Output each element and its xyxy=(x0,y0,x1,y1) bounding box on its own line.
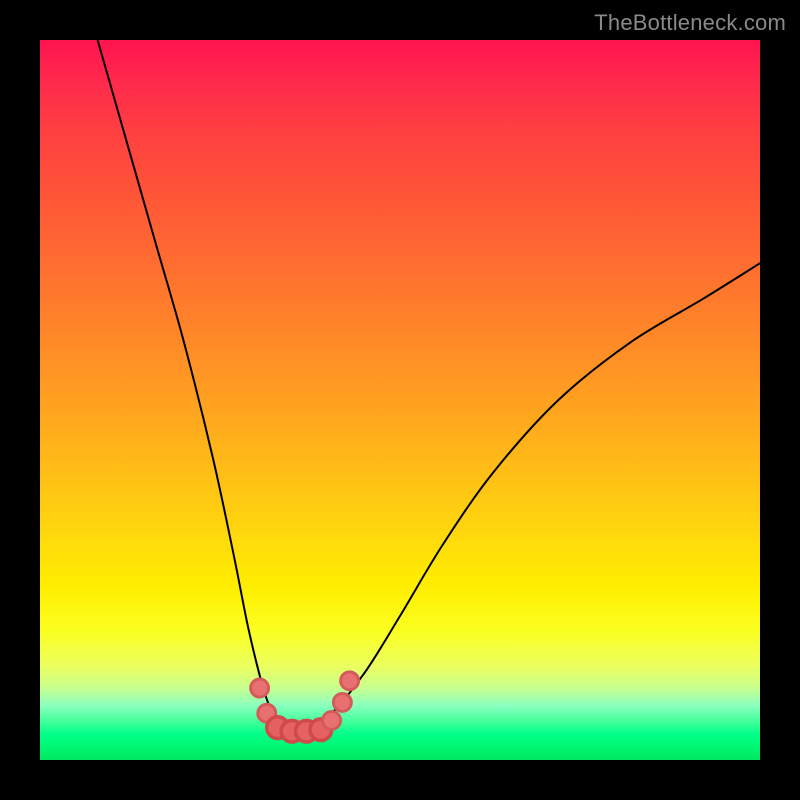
data-point xyxy=(333,693,351,711)
plot-area xyxy=(40,40,760,760)
bottleneck-curve xyxy=(98,40,760,733)
data-point xyxy=(323,711,341,729)
data-points-group xyxy=(251,672,359,742)
watermark-text: TheBottleneck.com xyxy=(594,10,786,36)
chart-svg xyxy=(40,40,760,760)
data-point xyxy=(251,679,269,697)
chart-frame: TheBottleneck.com xyxy=(0,0,800,800)
data-point xyxy=(341,672,359,690)
